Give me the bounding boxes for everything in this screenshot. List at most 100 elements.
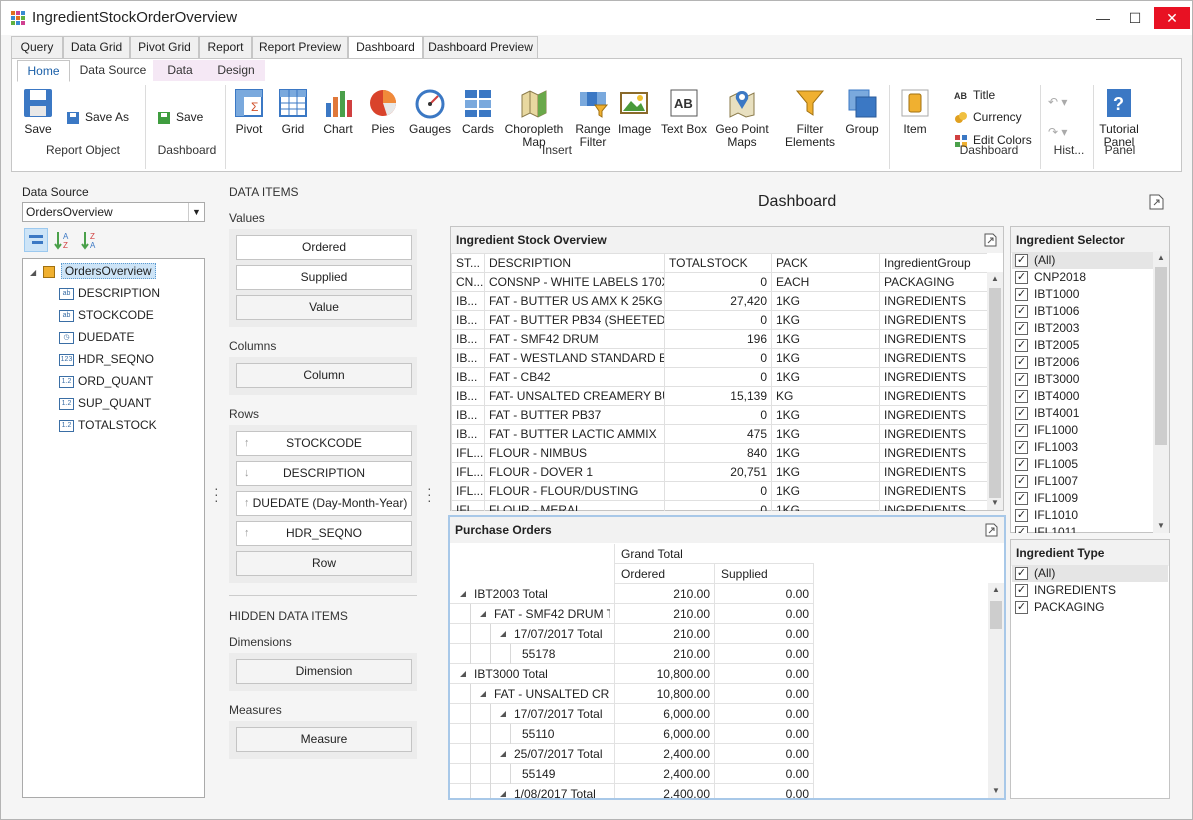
pivot-row[interactable]: ◢ FAT - SMF42 DRUM T... 210.00 0.00 [450,604,814,624]
table-row[interactable]: CN... CONSNP - WHITE LABELS 170X70 0 EACH PA… [451,272,987,292]
checkbox-checked-icon[interactable]: ✓ [1015,390,1028,404]
insert-group-button[interactable]: Group [842,87,882,136]
checkbox-checked-icon[interactable]: ✓ [1015,373,1028,387]
selector-scrollbar[interactable]: ▲ ▼ [1153,251,1169,533]
checkbox-checked-icon[interactable]: ✓ [1015,424,1028,438]
checkbox-checked-icon[interactable]: ✓ [1015,526,1028,533]
undo-button[interactable]: ↶ ▾ [1048,94,1067,110]
collapse-icon[interactable]: ◢ [500,624,506,644]
table-row[interactable]: IB...FAT - BUTTER US AMX K 25KG (S...27,… [451,291,987,311]
filter-item[interactable]: ✓ IFL1009 [1015,490,1078,507]
field-description[interactable]: ab DESCRIPTION [59,283,160,303]
tab-query[interactable]: Query [11,36,63,58]
sort-descending-button[interactable]: ZA [78,228,102,252]
pivot-row[interactable]: ◢ 17/07/2017 Total 210.00 0.00 [450,624,814,644]
pivot-row[interactable]: ◢ IBT2003 Total 210.00 0.00 [450,584,814,604]
export-icon[interactable] [1149,194,1164,210]
pivot-row[interactable]: 55110 6,000.00 0.00 [450,724,814,744]
export-icon[interactable] [984,233,997,247]
close-button[interactable]: ✕ [1154,7,1190,29]
save-report-button[interactable]: Save [18,87,58,136]
table-row[interactable]: IB... FAT - SMF42 DRUM 196 1KG INGREDIENTS [451,329,987,349]
filter-item[interactable]: ✓ IBT1006 [1015,303,1079,320]
measure-placeholder[interactable]: Measure [236,727,412,752]
field-hdr-seqno[interactable]: 123 HDR_SEQNO [59,349,154,369]
filter-item[interactable]: ✓ IFL1000 [1015,422,1078,439]
checkbox-checked-icon[interactable]: ✓ [1015,339,1028,353]
dimension-placeholder[interactable]: Dimension [236,659,412,684]
scroll-thumb[interactable] [1155,267,1167,445]
checkbox-checked-icon[interactable]: ✓ [1015,407,1028,421]
table-row[interactable]: IFL... FLOUR - NIMBUS 840 1KG INGREDIENTS [451,443,987,463]
tab-report-preview[interactable]: Report Preview [252,36,348,58]
insert-grid-button[interactable]: Grid [274,87,312,136]
collapse-icon[interactable]: ◢ [480,684,486,704]
insert-image-button[interactable]: Image [618,87,651,136]
insert-pies-button[interactable]: Pies [364,87,402,136]
ribbon-tab-home[interactable]: Home [17,60,70,82]
checkbox-checked-icon[interactable]: ✓ [1015,567,1028,581]
table-row[interactable]: IB... FAT - CB42 0 1KG INGREDIENTS [451,367,987,387]
splitter-handle[interactable]: · · · [427,481,432,507]
field-duedate[interactable]: ◷ DUEDATE [59,327,134,347]
row-placeholder[interactable]: Row [236,551,412,576]
checkbox-checked-icon[interactable]: ✓ [1015,322,1028,336]
stock-column-header[interactable]: TOTALSTOCK [664,253,772,273]
table-row[interactable]: IFL... FLOUR - DOVER 1 20,751 1KG INGREDIENT… [451,462,987,482]
stock-column-header[interactable]: ST... [451,253,485,273]
insert-cards-button[interactable]: Cards [459,87,497,136]
filter-item[interactable]: ✓ (All) [1012,252,1153,269]
value-item-supplied[interactable]: Supplied [236,265,412,290]
pivot-row[interactable]: ◢ 17/07/2017 Total 6,000.00 0.00 [450,704,814,724]
stock-column-header[interactable]: IngredientGroup [879,253,987,273]
filter-item[interactable]: ✓ IBT4000 [1015,388,1079,405]
pivot-row[interactable]: 55178 210.00 0.00 [450,644,814,664]
sort-ascending-button[interactable]: AZ [51,228,75,252]
collapse-icon[interactable]: ◢ [500,784,506,798]
pivot-row[interactable]: ◢ IBT3000 Total 10,800.00 0.00 [450,664,814,684]
filter-item[interactable]: ✓ IFL1011 [1015,524,1077,533]
collapse-icon[interactable]: ◢ [30,268,36,277]
title-button[interactable]: AB Title [954,87,995,103]
scroll-up-icon[interactable]: ▲ [987,272,1003,286]
pivot-row[interactable]: ◢ FAT - UNSALTED CRE... 10,800.000.00 [450,684,814,704]
filter-item[interactable]: ✓ IBT4001 [1015,405,1079,422]
maximize-button[interactable]: ☐ [1120,7,1150,29]
pivot-row[interactable]: ◢ 1/08/2017 Total 2,400.00 0.00 [450,784,814,798]
collapse-icon[interactable]: ◢ [500,704,506,724]
collapse-icon[interactable]: ◢ [460,584,466,604]
tutorial-panel-button[interactable]: ? Tutorial Panel [1096,87,1142,149]
scroll-down-icon[interactable]: ▼ [988,784,1004,798]
insert-filter-elements-button[interactable]: Filter Elements [782,87,838,149]
field-sup-quant[interactable]: 1.2 SUP_QUANT [59,393,151,413]
currency-button[interactable]: Currency [954,109,1022,125]
pivot-scrollbar[interactable]: ▲ ▼ [988,583,1004,798]
field-totalstock[interactable]: 1.2 TOTALSTOCK [59,415,157,435]
export-icon[interactable] [985,523,998,537]
group-by-type-button[interactable] [24,228,48,252]
table-row[interactable]: IB... FAT - BUTTER LACTIC AMMIX 475 1KG INGR… [451,424,987,444]
chevron-down-icon[interactable]: ▼ [188,203,204,221]
tab-pivot-grid[interactable]: Pivot Grid [130,36,199,58]
filter-item[interactable]: ✓ IBT2006 [1015,354,1079,371]
dashboard-save-button[interactable]: Save [157,109,203,125]
item-button[interactable]: Item [898,87,932,136]
value-item-ordered[interactable]: Ordered [236,235,412,260]
filter-item[interactable]: ✓ IBT1000 [1015,286,1079,303]
filter-item[interactable]: ✓ IBT2003 [1015,320,1079,337]
scroll-down-icon[interactable]: ▼ [987,496,1003,510]
scroll-down-icon[interactable]: ▼ [1153,519,1169,533]
filter-item[interactable]: ✓ IBT2005 [1015,337,1079,354]
insert-gauges-button[interactable]: Gauges [409,87,451,136]
stock-column-header[interactable]: DESCRIPTION [484,253,665,273]
row-item-duedate[interactable]: ↑ DUEDATE (Day-Month-Year) [236,491,412,516]
tree-root[interactable]: ◢ OrdersOverview [30,261,156,281]
tab-dashboard[interactable]: Dashboard [348,36,423,59]
filter-item[interactable]: ✓ IBT3000 [1015,371,1079,388]
table-row[interactable]: IFL... FLOUR - MERAL 0 1KG INGREDIENTS [451,500,987,511]
filter-item[interactable]: ✓ IFL1003 [1015,439,1078,456]
filter-item[interactable]: ✓ IFL1010 [1015,507,1078,524]
ribbon-tab-design[interactable]: Design [207,60,265,81]
checkbox-checked-icon[interactable]: ✓ [1015,254,1028,268]
pivot-row[interactable]: ◢ 25/07/2017 Total 2,400.00 0.00 [450,744,814,764]
